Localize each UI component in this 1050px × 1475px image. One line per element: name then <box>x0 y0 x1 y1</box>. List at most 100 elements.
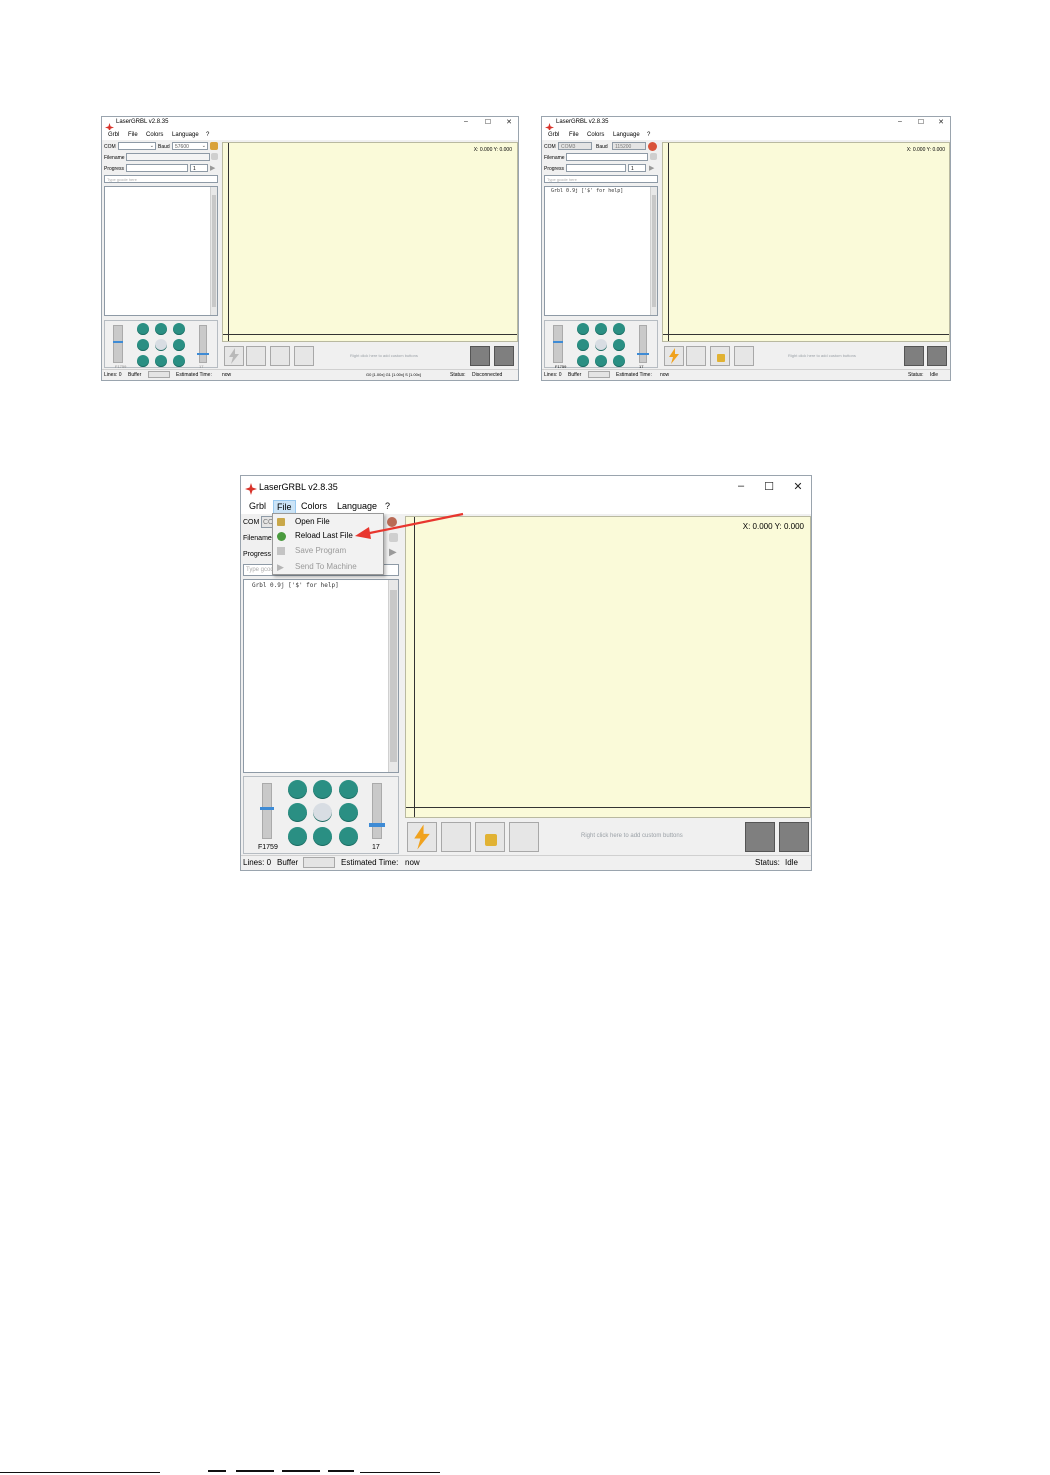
baud-select[interactable]: 115200 <box>612 142 646 150</box>
close-button[interactable]: ✕ <box>935 118 947 126</box>
menu-grbl[interactable]: Grbl <box>108 132 119 138</box>
menu-colors[interactable]: Colors <box>587 132 604 138</box>
menu-grbl[interactable]: Grbl <box>548 132 559 138</box>
menu-file[interactable]: File <box>273 500 296 514</box>
menu-colors[interactable]: Colors <box>301 501 327 511</box>
preview-canvas[interactable]: X: 0.000 Y: 0.000 <box>222 142 518 342</box>
connect-icon[interactable] <box>210 142 218 150</box>
menu-help[interactable]: ? <box>647 132 650 138</box>
feed-slider-thumb[interactable] <box>113 341 123 343</box>
maximize-button[interactable]: ☐ <box>482 118 494 126</box>
menu-language[interactable]: Language <box>172 132 199 138</box>
home-machine-button[interactable] <box>686 346 706 366</box>
globe-button[interactable] <box>734 346 754 366</box>
unlock-button[interactable] <box>710 346 730 366</box>
stop-hand-button[interactable] <box>494 346 514 366</box>
jog-down-button[interactable] <box>595 355 607 367</box>
open-file-icon[interactable] <box>211 153 218 160</box>
stop-hand-button[interactable] <box>927 346 947 366</box>
minimize-button[interactable]: – <box>460 118 472 125</box>
jog-down-left-button[interactable] <box>137 355 149 367</box>
jog-down-left-button[interactable] <box>577 355 589 367</box>
run-icon[interactable]: ▶ <box>389 547 397 558</box>
jog-left-button[interactable] <box>137 339 149 351</box>
lightning-button[interactable] <box>224 346 244 366</box>
feed-slider[interactable] <box>113 325 123 363</box>
step-slider[interactable] <box>639 325 647 363</box>
feed-slider-thumb[interactable] <box>260 807 274 810</box>
walk-button[interactable] <box>904 346 924 366</box>
menu-help[interactable]: ? <box>206 132 209 138</box>
jog-up-right-button[interactable] <box>173 323 185 335</box>
menu-grbl[interactable]: Grbl <box>249 501 266 511</box>
filename-field[interactable] <box>126 153 210 161</box>
jog-up-right-button[interactable] <box>339 780 358 799</box>
jog-up-right-button[interactable] <box>613 323 625 335</box>
gcode-input[interactable]: Type gcode here <box>544 175 658 183</box>
menu-file[interactable]: File <box>569 132 579 138</box>
jog-up-left-button[interactable] <box>288 780 307 799</box>
home-machine-button[interactable] <box>441 822 471 852</box>
menu-save-program[interactable]: Save Program <box>273 544 383 558</box>
disconnect-icon[interactable] <box>648 142 657 151</box>
jog-right-button[interactable] <box>173 339 185 351</box>
progress-count[interactable]: 1 <box>190 164 208 172</box>
jog-down-right-button[interactable] <box>613 355 625 367</box>
jog-left-button[interactable] <box>577 339 589 351</box>
jog-up-button[interactable] <box>595 323 607 335</box>
step-slider[interactable] <box>199 325 207 363</box>
unlock-button[interactable] <box>270 346 290 366</box>
jog-down-left-button[interactable] <box>288 827 307 846</box>
preview-canvas[interactable]: X: 0.000 Y: 0.000 <box>662 142 950 342</box>
menu-colors[interactable]: Colors <box>146 132 163 138</box>
close-button[interactable]: ✕ <box>503 118 515 126</box>
run-icon[interactable]: ▶ <box>649 164 654 172</box>
com-select[interactable]: ⌄ <box>118 142 156 150</box>
com-select[interactable]: COM3 <box>558 142 592 150</box>
step-slider[interactable] <box>372 783 382 839</box>
filename-field[interactable] <box>566 153 648 161</box>
jog-up-left-button[interactable] <box>137 323 149 335</box>
jog-home-button[interactable] <box>313 803 332 822</box>
lightning-button[interactable] <box>407 822 437 852</box>
minimize-button[interactable]: – <box>733 480 749 492</box>
run-icon[interactable]: ▶ <box>210 164 215 172</box>
home-machine-button[interactable] <box>246 346 266 366</box>
preview-canvas[interactable]: X: 0.000 Y: 0.000 <box>405 516 811 818</box>
jog-up-left-button[interactable] <box>577 323 589 335</box>
step-slider-thumb[interactable] <box>637 353 649 355</box>
walk-button[interactable] <box>745 822 775 852</box>
feed-slider-thumb[interactable] <box>553 341 563 343</box>
jog-home-button[interactable] <box>595 339 607 351</box>
jog-up-button[interactable] <box>313 780 332 799</box>
step-slider-thumb[interactable] <box>369 823 385 827</box>
globe-button[interactable] <box>294 346 314 366</box>
jog-right-button[interactable] <box>339 803 358 822</box>
jog-down-right-button[interactable] <box>339 827 358 846</box>
jog-home-button[interactable] <box>155 339 167 351</box>
gcode-input[interactable]: Type gcode here <box>104 175 218 183</box>
jog-left-button[interactable] <box>288 803 307 822</box>
unlock-button[interactable] <box>475 822 505 852</box>
walk-button[interactable] <box>470 346 490 366</box>
jog-down-button[interactable] <box>313 827 332 846</box>
jog-right-button[interactable] <box>613 339 625 351</box>
feed-slider[interactable] <box>262 783 272 839</box>
menu-send-to-machine[interactable]: ▶ Send To Machine <box>273 560 383 574</box>
jog-down-button[interactable] <box>155 355 167 367</box>
baud-select[interactable]: 57600 ⌄ <box>172 142 208 150</box>
jog-down-right-button[interactable] <box>173 355 185 367</box>
maximize-button[interactable]: ☐ <box>761 480 777 493</box>
maximize-button[interactable]: ☐ <box>915 118 927 126</box>
step-slider-thumb[interactable] <box>197 353 209 355</box>
jog-up-button[interactable] <box>155 323 167 335</box>
open-file-icon[interactable] <box>650 153 657 160</box>
progress-count[interactable]: 1 <box>628 164 646 172</box>
menu-file[interactable]: File <box>128 132 138 138</box>
feed-slider[interactable] <box>553 325 563 363</box>
menu-language[interactable]: Language <box>613 132 640 138</box>
minimize-button[interactable]: – <box>894 118 906 125</box>
lightning-button[interactable] <box>664 346 684 366</box>
stop-hand-button[interactable] <box>779 822 809 852</box>
globe-button[interactable] <box>509 822 539 852</box>
